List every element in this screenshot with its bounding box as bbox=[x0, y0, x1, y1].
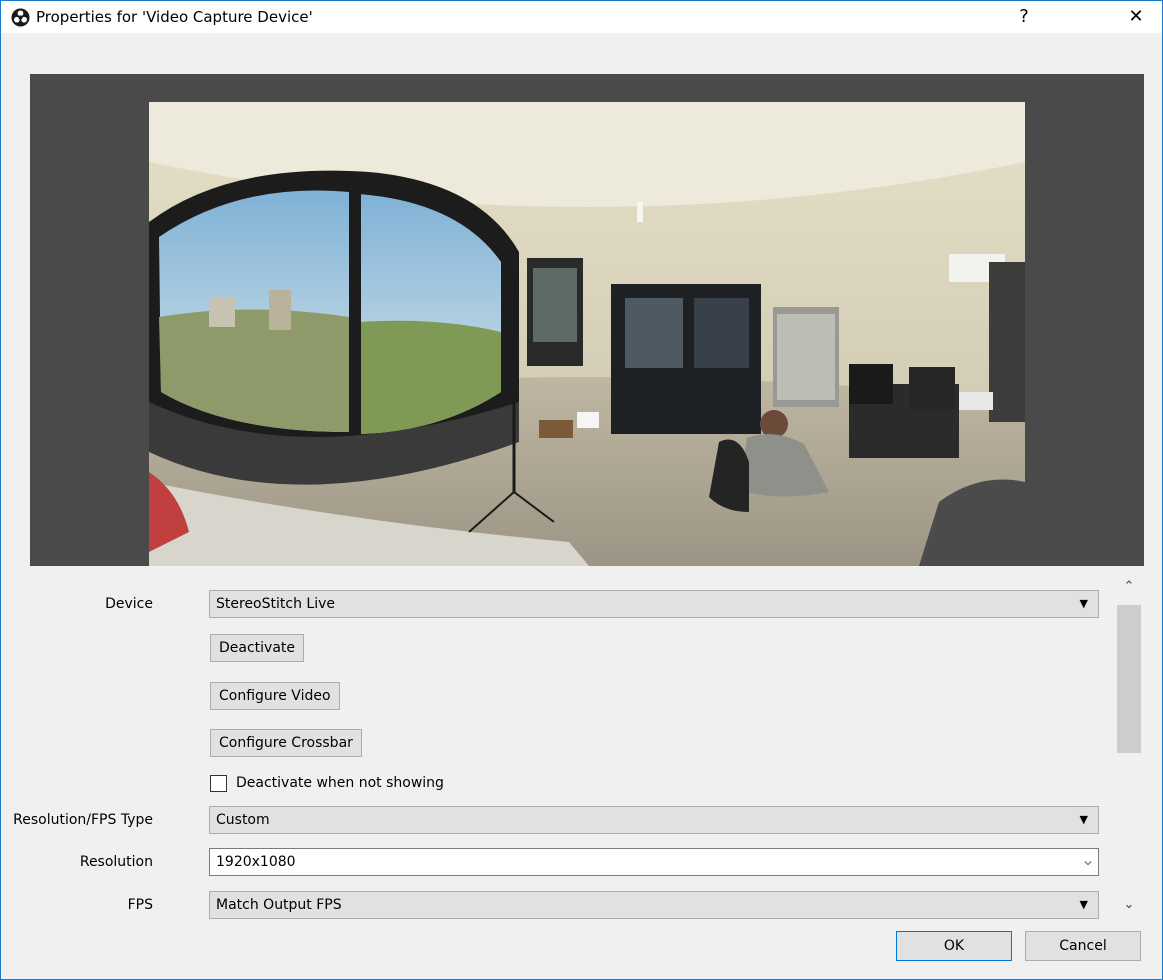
resolution-fps-type-value: Custom bbox=[216, 812, 270, 828]
scroll-down-arrow-icon[interactable]: ⌄ bbox=[1117, 897, 1141, 917]
deactivate-button[interactable]: Deactivate bbox=[210, 634, 305, 662]
dropdown-arrow-icon: ▼ bbox=[1079, 813, 1088, 826]
fps-value: Match Output FPS bbox=[216, 897, 342, 913]
configure-video-button[interactable]: Configure Video bbox=[210, 682, 340, 710]
scrollbar-thumb[interactable] bbox=[1117, 605, 1141, 753]
fps-label: FPS bbox=[127, 897, 153, 913]
device-value: StereoStitch Live bbox=[216, 596, 335, 612]
resolution-fps-type-label: Resolution/FPS Type bbox=[13, 812, 153, 828]
device-dropdown[interactable]: StereoStitch Live ▼ bbox=[209, 590, 1099, 618]
deactivate-when-not-showing-checkbox[interactable] bbox=[210, 775, 227, 792]
obs-logo-icon bbox=[11, 8, 30, 27]
window-title: Properties for 'Video Capture Device' bbox=[36, 8, 313, 26]
resolution-fps-type-row: Resolution/FPS Type Custom ▼ bbox=[1, 806, 1111, 834]
cancel-button[interactable]: Cancel bbox=[1025, 931, 1141, 961]
camera-preview-image bbox=[149, 102, 1025, 566]
device-label: Device bbox=[105, 596, 153, 612]
resolution-fps-type-dropdown[interactable]: Custom ▼ bbox=[209, 806, 1099, 834]
video-preview bbox=[30, 74, 1144, 566]
properties-dialog: Properties for 'Video Capture Device' ? … bbox=[0, 0, 1163, 980]
close-button[interactable]: ✕ bbox=[1113, 1, 1159, 33]
scroll-up-arrow-icon[interactable]: ⌃ bbox=[1117, 579, 1141, 599]
dropdown-arrow-icon: ▼ bbox=[1079, 898, 1088, 911]
ok-button[interactable]: OK bbox=[896, 931, 1012, 961]
resolution-label: Resolution bbox=[79, 854, 153, 870]
dropdown-arrow-icon: ▼ bbox=[1079, 597, 1088, 610]
properties-panel: Device StereoStitch Live ▼ Deactivate Co… bbox=[1, 579, 1111, 919]
chevron-down-icon bbox=[1084, 861, 1092, 866]
fps-row: FPS Match Output FPS ▼ bbox=[1, 891, 1111, 919]
device-row: Device StereoStitch Live ▼ bbox=[1, 590, 1111, 618]
fps-dropdown[interactable]: Match Output FPS ▼ bbox=[209, 891, 1099, 919]
title-bar[interactable]: Properties for 'Video Capture Device' ? … bbox=[1, 1, 1162, 33]
resolution-value: 1920x1080 bbox=[216, 854, 296, 870]
resolution-combobox[interactable]: 1920x1080 bbox=[209, 848, 1099, 876]
deactivate-when-not-showing-label: Deactivate when not showing bbox=[236, 775, 444, 791]
help-button[interactable]: ? bbox=[1001, 1, 1047, 33]
configure-crossbar-button[interactable]: Configure Crossbar bbox=[210, 729, 362, 757]
resolution-row: Resolution 1920x1080 bbox=[1, 848, 1111, 876]
